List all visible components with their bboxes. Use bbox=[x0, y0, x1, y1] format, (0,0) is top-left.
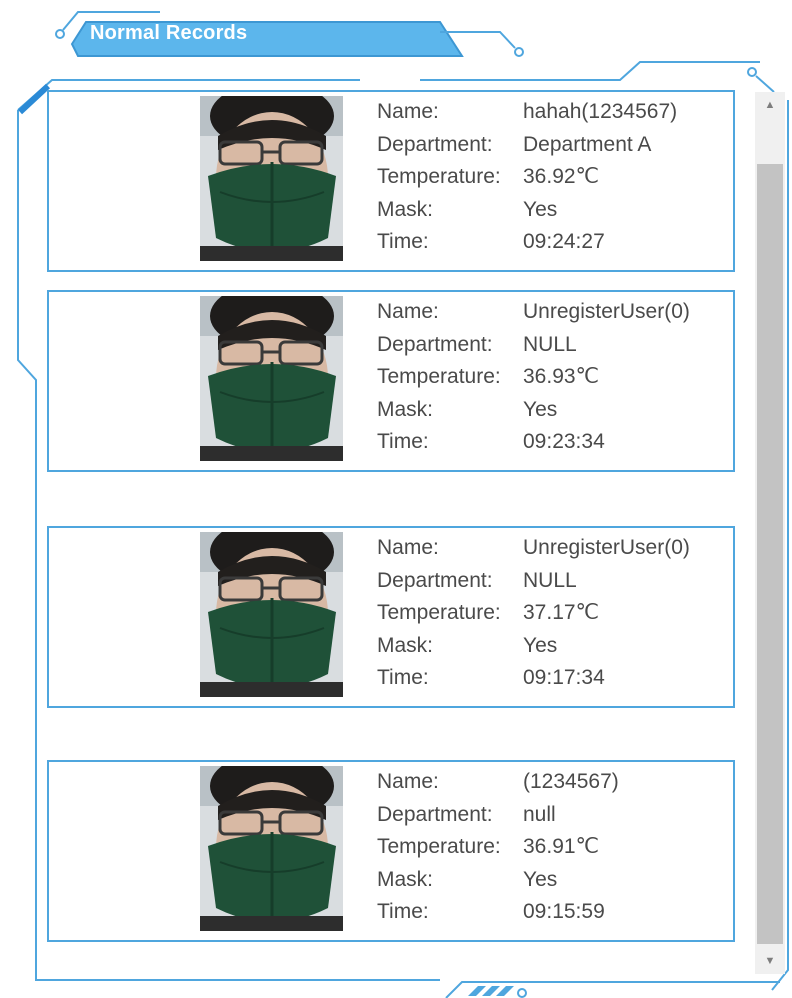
time-value: 09:15:59 bbox=[523, 900, 605, 923]
name-row: Name: hahah(1234567) bbox=[377, 96, 677, 129]
time-label: Time: bbox=[377, 230, 429, 253]
time-label: Time: bbox=[377, 900, 429, 923]
record-info: Name: hahah(1234567) Department: Departmen… bbox=[377, 96, 677, 259]
records-list[interactable]: Name: hahah(1234567) Department: Departmen… bbox=[47, 90, 753, 985]
department-label: Department: bbox=[377, 132, 493, 156]
temperature-row: Temperature: 37.17℃ bbox=[377, 597, 690, 630]
mask-label: Mask: bbox=[377, 633, 434, 657]
mask-value: Yes bbox=[523, 633, 558, 657]
temperature-value: 36.93℃ bbox=[523, 365, 600, 388]
temperature-value: 36.91℃ bbox=[523, 835, 600, 858]
person-photo-icon bbox=[200, 532, 343, 697]
time-value: 09:24:27 bbox=[523, 230, 605, 253]
mask-row: Mask: Yes bbox=[377, 394, 690, 427]
arrow-up-icon[interactable]: ▲ bbox=[755, 94, 785, 116]
department-value: NULL bbox=[523, 332, 577, 356]
mask-row: Mask: Yes bbox=[377, 630, 690, 663]
time-label: Time: bbox=[377, 430, 429, 453]
person-photo bbox=[200, 296, 343, 461]
scroll-thumb[interactable] bbox=[757, 164, 783, 944]
name-label: Name: bbox=[377, 100, 439, 123]
person-photo bbox=[200, 766, 343, 931]
department-row: Department: null bbox=[377, 799, 619, 832]
temperature-label: Temperature: bbox=[377, 365, 501, 388]
mask-value: Yes bbox=[523, 197, 558, 221]
time-row: Time: 09:24:27 bbox=[377, 226, 677, 259]
time-label: Time: bbox=[377, 666, 429, 689]
time-row: Time: 09:15:59 bbox=[377, 896, 619, 929]
panel-title: Normal Records bbox=[90, 22, 248, 44]
name-value: (1234567) bbox=[523, 770, 619, 793]
person-photo-icon bbox=[200, 296, 343, 461]
record-card[interactable]: Name: hahah(1234567) Department: Departmen… bbox=[47, 90, 735, 272]
department-row: Department: Department A bbox=[377, 129, 677, 162]
mask-label: Mask: bbox=[377, 197, 434, 221]
name-row: Name: (1234567) bbox=[377, 766, 619, 799]
vertical-scrollbar[interactable]: ▲ ▼ bbox=[755, 92, 785, 974]
mask-label: Mask: bbox=[377, 397, 434, 421]
temperature-value: 37.17℃ bbox=[523, 601, 600, 624]
person-photo bbox=[200, 532, 343, 697]
time-value: 09:23:34 bbox=[523, 430, 605, 453]
name-value: UnregisterUser(0) bbox=[523, 300, 690, 323]
time-value: 09:17:34 bbox=[523, 666, 605, 689]
department-row: Department: NULL bbox=[377, 565, 690, 598]
department-value: null bbox=[523, 802, 556, 826]
time-row: Time: 09:23:34 bbox=[377, 426, 690, 459]
name-label: Name: bbox=[377, 770, 439, 793]
temperature-label: Temperature: bbox=[377, 835, 501, 858]
department-label: Department: bbox=[377, 802, 493, 826]
mask-label: Mask: bbox=[377, 867, 434, 891]
person-photo-icon bbox=[200, 766, 343, 931]
department-value: Department A bbox=[523, 132, 652, 156]
name-row: Name: UnregisterUser(0) bbox=[377, 532, 690, 565]
name-label: Name: bbox=[377, 536, 439, 559]
record-info: Name: UnregisterUser(0) Department: NULL T… bbox=[377, 532, 690, 695]
department-row: Department: NULL bbox=[377, 329, 690, 362]
record-card[interactable]: Name: UnregisterUser(0) Department: NULL T… bbox=[47, 290, 735, 472]
person-photo bbox=[200, 96, 343, 261]
arrow-down-icon[interactable]: ▼ bbox=[755, 950, 785, 972]
record-info: Name: UnregisterUser(0) Department: NULL T… bbox=[377, 296, 690, 459]
record-card[interactable]: Name: (1234567) Department: null Temperatu… bbox=[47, 760, 735, 942]
temperature-label: Temperature: bbox=[377, 165, 501, 188]
record-card[interactable]: Name: UnregisterUser(0) Department: NULL T… bbox=[47, 526, 735, 708]
person-photo-icon bbox=[200, 96, 343, 261]
temperature-label: Temperature: bbox=[377, 601, 501, 624]
department-label: Department: bbox=[377, 332, 493, 356]
time-row: Time: 09:17:34 bbox=[377, 662, 690, 695]
name-label: Name: bbox=[377, 300, 439, 323]
temperature-row: Temperature: 36.91℃ bbox=[377, 831, 619, 864]
name-value: UnregisterUser(0) bbox=[523, 536, 690, 559]
department-value: NULL bbox=[523, 568, 577, 592]
temperature-row: Temperature: 36.93℃ bbox=[377, 361, 690, 394]
mask-value: Yes bbox=[523, 397, 558, 421]
mask-row: Mask: Yes bbox=[377, 194, 677, 227]
name-row: Name: UnregisterUser(0) bbox=[377, 296, 690, 329]
record-info: Name: (1234567) Department: null Temperatu… bbox=[377, 766, 619, 929]
temperature-row: Temperature: 36.92℃ bbox=[377, 161, 677, 194]
mask-row: Mask: Yes bbox=[377, 864, 619, 897]
name-value: hahah(1234567) bbox=[523, 100, 678, 123]
department-label: Department: bbox=[377, 568, 493, 592]
temperature-value: 36.92℃ bbox=[523, 165, 600, 188]
mask-value: Yes bbox=[523, 867, 558, 891]
